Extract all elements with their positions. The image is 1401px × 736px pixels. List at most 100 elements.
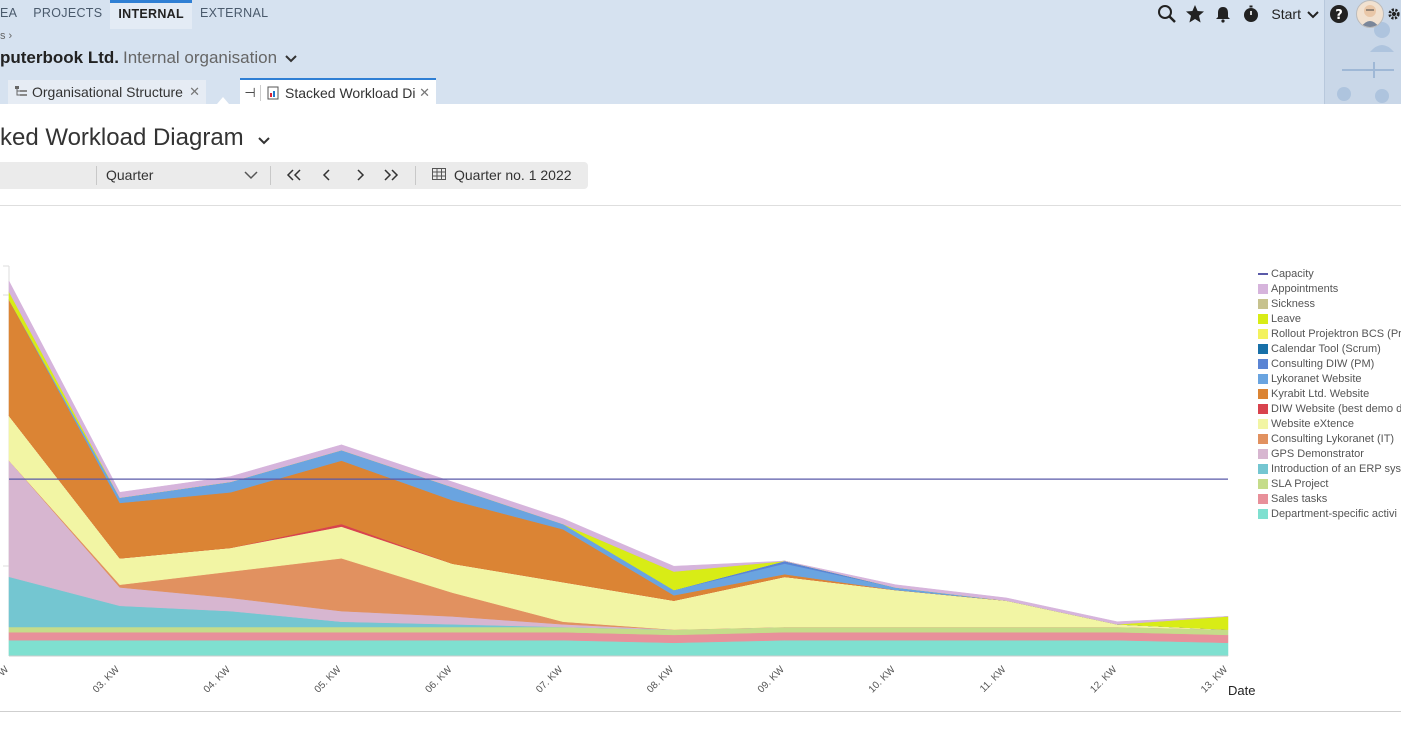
legend-swatch xyxy=(1258,328,1268,339)
legend-item[interactable]: Sickness xyxy=(1258,296,1401,311)
chart-legend: Capacity Appointments Sickness Leave Rollout… xyxy=(1258,266,1401,521)
tree-structure-icon xyxy=(14,85,28,99)
legend-item[interactable]: GPS Demonstrator xyxy=(1258,446,1401,461)
search-icon[interactable] xyxy=(1153,1,1181,27)
star-icon[interactable] xyxy=(1181,1,1209,27)
legend-label: Appointments xyxy=(1271,282,1339,295)
legend-item[interactable]: Consulting DIW (PM) xyxy=(1258,356,1401,371)
legend-item[interactable]: Capacity xyxy=(1258,266,1401,281)
legend-item[interactable]: Introduction of an ERP sys xyxy=(1258,461,1401,476)
legend-item[interactable]: Kyrabit Ltd. Website xyxy=(1258,386,1401,401)
workload-chart: W 03. KW 04. KW 05. KW 06. KW 07. KW 08. KW 09.… xyxy=(0,260,1401,716)
help-icon[interactable]: ? xyxy=(1325,1,1353,27)
legend-item[interactable]: Website eXtence xyxy=(1258,416,1401,431)
calendar-grid-icon xyxy=(432,167,446,183)
legend-swatch xyxy=(1258,358,1268,369)
x-tick-label: W xyxy=(0,664,12,679)
company-name: puterbook Ltd. xyxy=(0,48,119,67)
x-tick-label: 10. KW xyxy=(867,664,898,695)
tab-label: Organisational Structure xyxy=(32,84,183,100)
chevron-down-icon[interactable] xyxy=(254,132,270,149)
start-menu[interactable]: Start xyxy=(1265,6,1325,22)
legend-item[interactable]: Lykoranet Website xyxy=(1258,371,1401,386)
legend-item[interactable]: Calendar Tool (Scrum) xyxy=(1258,341,1401,356)
x-tick-label: 06. KW xyxy=(423,664,454,695)
divider xyxy=(270,166,271,185)
x-axis-title: Date xyxy=(1228,683,1255,698)
period-picker[interactable]: Quarter no. 1 2022 xyxy=(432,167,572,183)
legend-label: Capacity xyxy=(1271,267,1314,280)
nav-item-ea[interactable]: EA xyxy=(0,0,25,28)
x-tick-label: 04. KW xyxy=(202,664,233,695)
legend-label: Consulting DIW (PM) xyxy=(1271,357,1375,370)
x-tick-label: 13. KW xyxy=(1199,664,1230,695)
legend-label: Sickness xyxy=(1271,297,1316,310)
legend-item[interactable]: SLA Project xyxy=(1258,476,1401,491)
x-tick-label: 03. KW xyxy=(91,664,122,695)
x-tick-label: 09. KW xyxy=(756,664,787,695)
legend-swatch xyxy=(1258,418,1268,429)
legend-item[interactable]: Appointments xyxy=(1258,281,1401,296)
legend-item[interactable]: Sales tasks xyxy=(1258,491,1401,506)
x-tick-label: 07. KW xyxy=(534,664,565,695)
chart-document-icon xyxy=(267,86,281,100)
last-period-button[interactable] xyxy=(380,165,402,185)
legend-item[interactable]: Leave xyxy=(1258,311,1401,326)
legend-label: Consulting Lykoranet (IT) xyxy=(1271,432,1395,445)
legend-swatch xyxy=(1258,493,1268,504)
legend-item[interactable]: DIW Website (best demo d xyxy=(1258,401,1401,416)
stacked-area-chart: W 03. KW 04. KW 05. KW 06. KW 07. KW 08. KW 09.… xyxy=(0,265,1255,698)
bell-icon[interactable] xyxy=(1209,1,1237,27)
next-period-button[interactable] xyxy=(349,165,371,185)
x-tick-label: 12. KW xyxy=(1088,664,1119,695)
legend-swatch xyxy=(1258,448,1268,459)
legend-item[interactable]: Consulting Lykoranet (IT) xyxy=(1258,431,1401,446)
legend-label: Introduction of an ERP sys xyxy=(1271,462,1401,475)
period-value: Quarter no. 1 2022 xyxy=(454,167,572,183)
legend-swatch xyxy=(1258,388,1268,399)
nav-item-external[interactable]: EXTERNAL xyxy=(192,0,276,28)
legend-swatch xyxy=(1258,373,1268,384)
close-icon[interactable]: ✕ xyxy=(189,84,200,100)
legend-label: Department-specific activi xyxy=(1271,507,1397,520)
svg-text:?: ? xyxy=(1335,8,1343,23)
stopwatch-icon[interactable] xyxy=(1237,1,1265,27)
breadcrumb[interactable]: s › xyxy=(0,30,12,42)
legend-label: DIW Website (best demo d xyxy=(1271,402,1401,415)
legend-swatch xyxy=(1258,478,1268,489)
close-icon[interactable]: ✕ xyxy=(419,85,430,101)
header-actions: Start ? xyxy=(1153,0,1401,28)
gear-icon[interactable] xyxy=(1387,1,1401,27)
legend-label: Rollout Projektron BCS (Pr xyxy=(1271,327,1401,340)
chevron-down-icon xyxy=(243,164,259,187)
legend-swatch xyxy=(1258,343,1268,354)
previous-period-button[interactable] xyxy=(316,165,338,185)
legend-label: Leave xyxy=(1271,312,1301,325)
legend-swatch xyxy=(1258,272,1268,275)
org-selector[interactable]: puterbook Ltd. Internal organisation xyxy=(0,48,297,68)
legend-item[interactable]: Rollout Projektron BCS (Pr xyxy=(1258,326,1401,341)
period-toolbar: Quarter Quarter no. 1 2022 xyxy=(0,162,588,189)
divider xyxy=(0,205,1401,206)
divider xyxy=(0,711,1401,712)
top-bar: EA PROJECTS INTERNAL EXTERNAL s › puterb… xyxy=(0,0,1401,106)
legend-swatch xyxy=(1258,283,1268,294)
legend-item[interactable]: Department-specific activi xyxy=(1258,506,1401,521)
legend-label: Kyrabit Ltd. Website xyxy=(1271,387,1370,400)
first-period-button[interactable] xyxy=(283,165,305,185)
nav-item-projects[interactable]: PROJECTS xyxy=(25,0,110,28)
pin-icon[interactable]: ⊣ xyxy=(240,85,261,101)
chevron-down-icon xyxy=(281,50,297,66)
start-label: Start xyxy=(1271,6,1301,22)
legend-label: GPS Demonstrator xyxy=(1271,447,1364,460)
tab-organisational-structure[interactable]: Organisational Structure ✕ xyxy=(8,80,206,104)
legend-label: Lykoranet Website xyxy=(1271,372,1362,385)
tab-stacked-workload[interactable]: ⊣ Stacked Workload Di ✕ xyxy=(240,78,436,106)
nav-item-internal[interactable]: INTERNAL xyxy=(110,0,192,29)
x-tick-label: 11. KW xyxy=(978,664,1009,695)
granularity-value: Quarter xyxy=(106,167,154,183)
page-title: ked Workload Diagram xyxy=(0,124,270,152)
divider xyxy=(96,166,97,185)
legend-swatch xyxy=(1258,508,1268,519)
user-avatar[interactable] xyxy=(1353,0,1387,28)
